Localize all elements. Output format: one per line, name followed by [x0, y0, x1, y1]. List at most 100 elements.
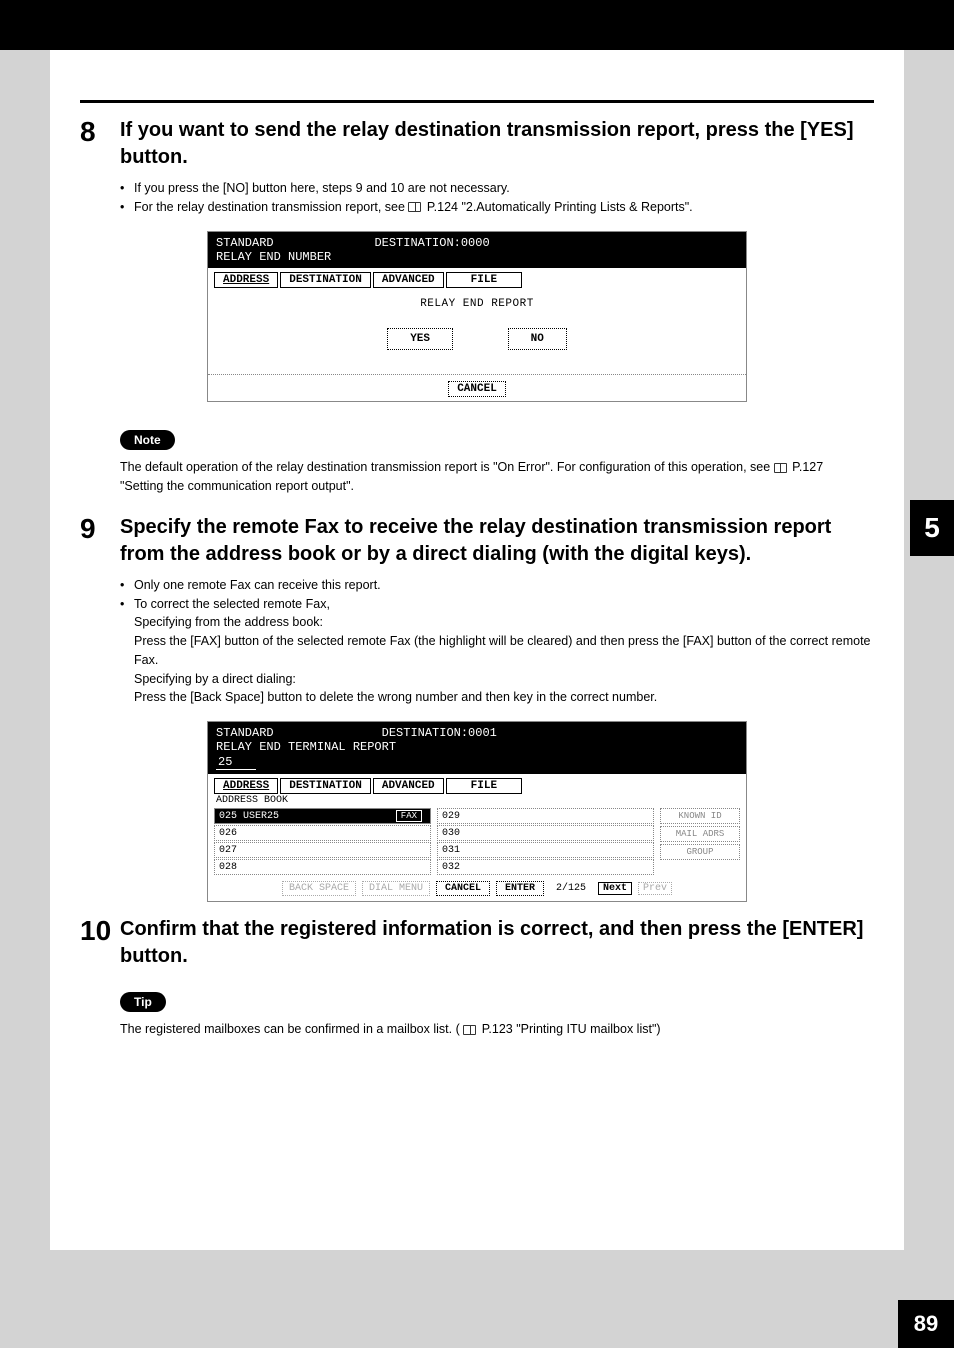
- screen-header: STANDARD DESTINATION:0001 RELAY END TERM…: [208, 722, 746, 774]
- tab-advanced[interactable]: ADVANCED: [373, 778, 444, 794]
- address-book-grid: 025 USER25 FAX 026 027 028 029 030 031 0…: [208, 806, 746, 878]
- header-destination: DESTINATION:0001: [382, 726, 497, 740]
- note-body: The default operation of the relay desti…: [120, 460, 774, 474]
- group-button[interactable]: GROUP: [660, 844, 740, 860]
- address-entry[interactable]: 027: [214, 842, 431, 858]
- header-mode: STANDARD: [216, 236, 274, 250]
- footer-row: CANCEL: [208, 377, 746, 401]
- screen-body: RELAY END REPORT YES NO: [208, 288, 746, 372]
- address-col-1: 025 USER25 FAX 026 027 028: [214, 808, 431, 876]
- address-entry[interactable]: 032: [437, 859, 654, 875]
- tab-row: ADDRESS DESTINATION ADVANCED FILE: [208, 774, 746, 794]
- mail-adrs-button[interactable]: MAIL ADRS: [660, 826, 740, 842]
- side-buttons: KNOWN ID MAIL ADRS GROUP: [660, 808, 740, 876]
- address-entry[interactable]: 026: [214, 825, 431, 841]
- yes-no-row: YES NO: [216, 328, 738, 350]
- body-label: RELAY END REPORT: [216, 298, 738, 310]
- bullet-line: Press the [FAX] button of the selected r…: [120, 632, 874, 670]
- book-icon: [774, 463, 787, 473]
- note-badge: Note: [120, 430, 175, 450]
- backspace-button[interactable]: BACK SPACE: [282, 881, 356, 896]
- header-destination: DESTINATION:0000: [374, 236, 489, 250]
- address-entry[interactable]: 031: [437, 842, 654, 858]
- screenshot-relay-end-report: STANDARD DESTINATION:0000 RELAY END NUMB…: [207, 231, 747, 403]
- step-title: If you want to send the relay destinatio…: [120, 117, 874, 171]
- fax-chip[interactable]: FAX: [396, 810, 422, 822]
- next-button[interactable]: Next: [598, 882, 632, 895]
- header-line1: STANDARD DESTINATION:0001: [216, 726, 738, 740]
- step-9: 9 Specify the remote Fax to receive the …: [80, 514, 874, 568]
- dialmenu-button[interactable]: DIAL MENU: [362, 881, 430, 896]
- tab-file[interactable]: FILE: [446, 778, 522, 794]
- tab-advanced[interactable]: ADVANCED: [373, 272, 444, 288]
- entry-id: 029: [442, 811, 460, 822]
- address-entry[interactable]: 029: [437, 808, 654, 824]
- address-entry[interactable]: 028: [214, 859, 431, 875]
- entry-id: 027: [219, 845, 237, 856]
- page-content: 8 If you want to send the relay destinat…: [50, 50, 904, 1250]
- screenshot-address-book: STANDARD DESTINATION:0001 RELAY END TERM…: [207, 721, 747, 902]
- top-banner: [0, 0, 954, 50]
- tab-row: ADDRESS DESTINATION ADVANCED FILE: [208, 268, 746, 288]
- yes-button[interactable]: YES: [387, 328, 453, 350]
- footer-row: BACK SPACE DIAL MENU CANCEL ENTER 2/125 …: [208, 878, 746, 901]
- tip-text: The registered mailboxes can be confirme…: [120, 1020, 866, 1039]
- book-icon: [463, 1025, 476, 1035]
- address-entry-selected[interactable]: 025 USER25 FAX: [214, 808, 431, 824]
- step-number: 8: [80, 117, 120, 148]
- divider: [208, 374, 746, 375]
- chapter-tab: 5: [910, 500, 954, 556]
- tab-address[interactable]: ADDRESS: [214, 778, 278, 794]
- bullet-line: Press the [Back Space] button to delete …: [120, 688, 874, 707]
- entry-id: 032: [442, 862, 460, 873]
- address-entry[interactable]: 030: [437, 825, 654, 841]
- bullet-line: Specifying by a direct dialing:: [120, 670, 874, 689]
- entry-name: USER25: [243, 811, 279, 822]
- entry-id: 028: [219, 862, 237, 873]
- no-button[interactable]: NO: [508, 328, 567, 350]
- bullet-item: For the relay destination transmission r…: [120, 198, 874, 217]
- page-indicator: 2/125: [556, 883, 586, 894]
- header-subtitle: RELAY END NUMBER: [216, 250, 331, 264]
- address-col-2: 029 030 031 032: [437, 808, 654, 876]
- page-reference: P.124 "2.Automatically Printing Lists & …: [427, 200, 693, 214]
- screen-header: STANDARD DESTINATION:0000 RELAY END NUMB…: [208, 232, 746, 269]
- bullet-item: Only one remote Fax can receive this rep…: [120, 576, 874, 595]
- horizontal-rule: [80, 100, 874, 103]
- entry-id: 031: [442, 845, 460, 856]
- bullet-line: Specifying from the address book:: [120, 613, 874, 632]
- entry-id: 030: [442, 828, 460, 839]
- address-book-label: ADDRESS BOOK: [208, 794, 746, 806]
- book-icon: [408, 202, 421, 212]
- bullet-item: To correct the selected remote Fax,: [120, 595, 874, 614]
- page-number: 89: [898, 1300, 954, 1348]
- step-number: 10: [80, 916, 120, 947]
- tip-body: The registered mailboxes can be confirme…: [120, 1022, 460, 1036]
- bullet-item: If you press the [NO] button here, steps…: [120, 179, 874, 198]
- step-number: 9: [80, 514, 120, 545]
- dial-entry[interactable]: 25: [216, 755, 256, 770]
- tab-destination[interactable]: DESTINATION: [280, 778, 371, 794]
- known-id-button[interactable]: KNOWN ID: [660, 808, 740, 824]
- step-9-bullets: Only one remote Fax can receive this rep…: [120, 576, 874, 707]
- step-8-bullets: If you press the [NO] button here, steps…: [120, 179, 874, 217]
- tab-address[interactable]: ADDRESS: [214, 272, 278, 288]
- tab-destination[interactable]: DESTINATION: [280, 272, 371, 288]
- page-reference: P.123 "Printing ITU mailbox list"): [482, 1022, 661, 1036]
- entry-id: 026: [219, 828, 237, 839]
- entry-field-row: 25: [216, 755, 738, 770]
- step-title: Specify the remote Fax to receive the re…: [120, 514, 874, 568]
- cancel-button[interactable]: CANCEL: [436, 881, 490, 896]
- header-subtitle: RELAY END TERMINAL REPORT: [216, 740, 738, 754]
- header-mode: STANDARD: [216, 726, 274, 740]
- note-text: The default operation of the relay desti…: [120, 458, 866, 496]
- enter-button[interactable]: ENTER: [496, 881, 544, 896]
- step-10: 10 Confirm that the registered informati…: [80, 916, 874, 970]
- bullet-text: For the relay destination transmission r…: [134, 200, 408, 214]
- tab-file[interactable]: FILE: [446, 272, 522, 288]
- entry-id: 025: [219, 811, 237, 822]
- prev-button[interactable]: Prev: [638, 882, 672, 895]
- cancel-button[interactable]: CANCEL: [448, 381, 506, 397]
- step-8: 8 If you want to send the relay destinat…: [80, 117, 874, 171]
- tip-badge: Tip: [120, 992, 166, 1012]
